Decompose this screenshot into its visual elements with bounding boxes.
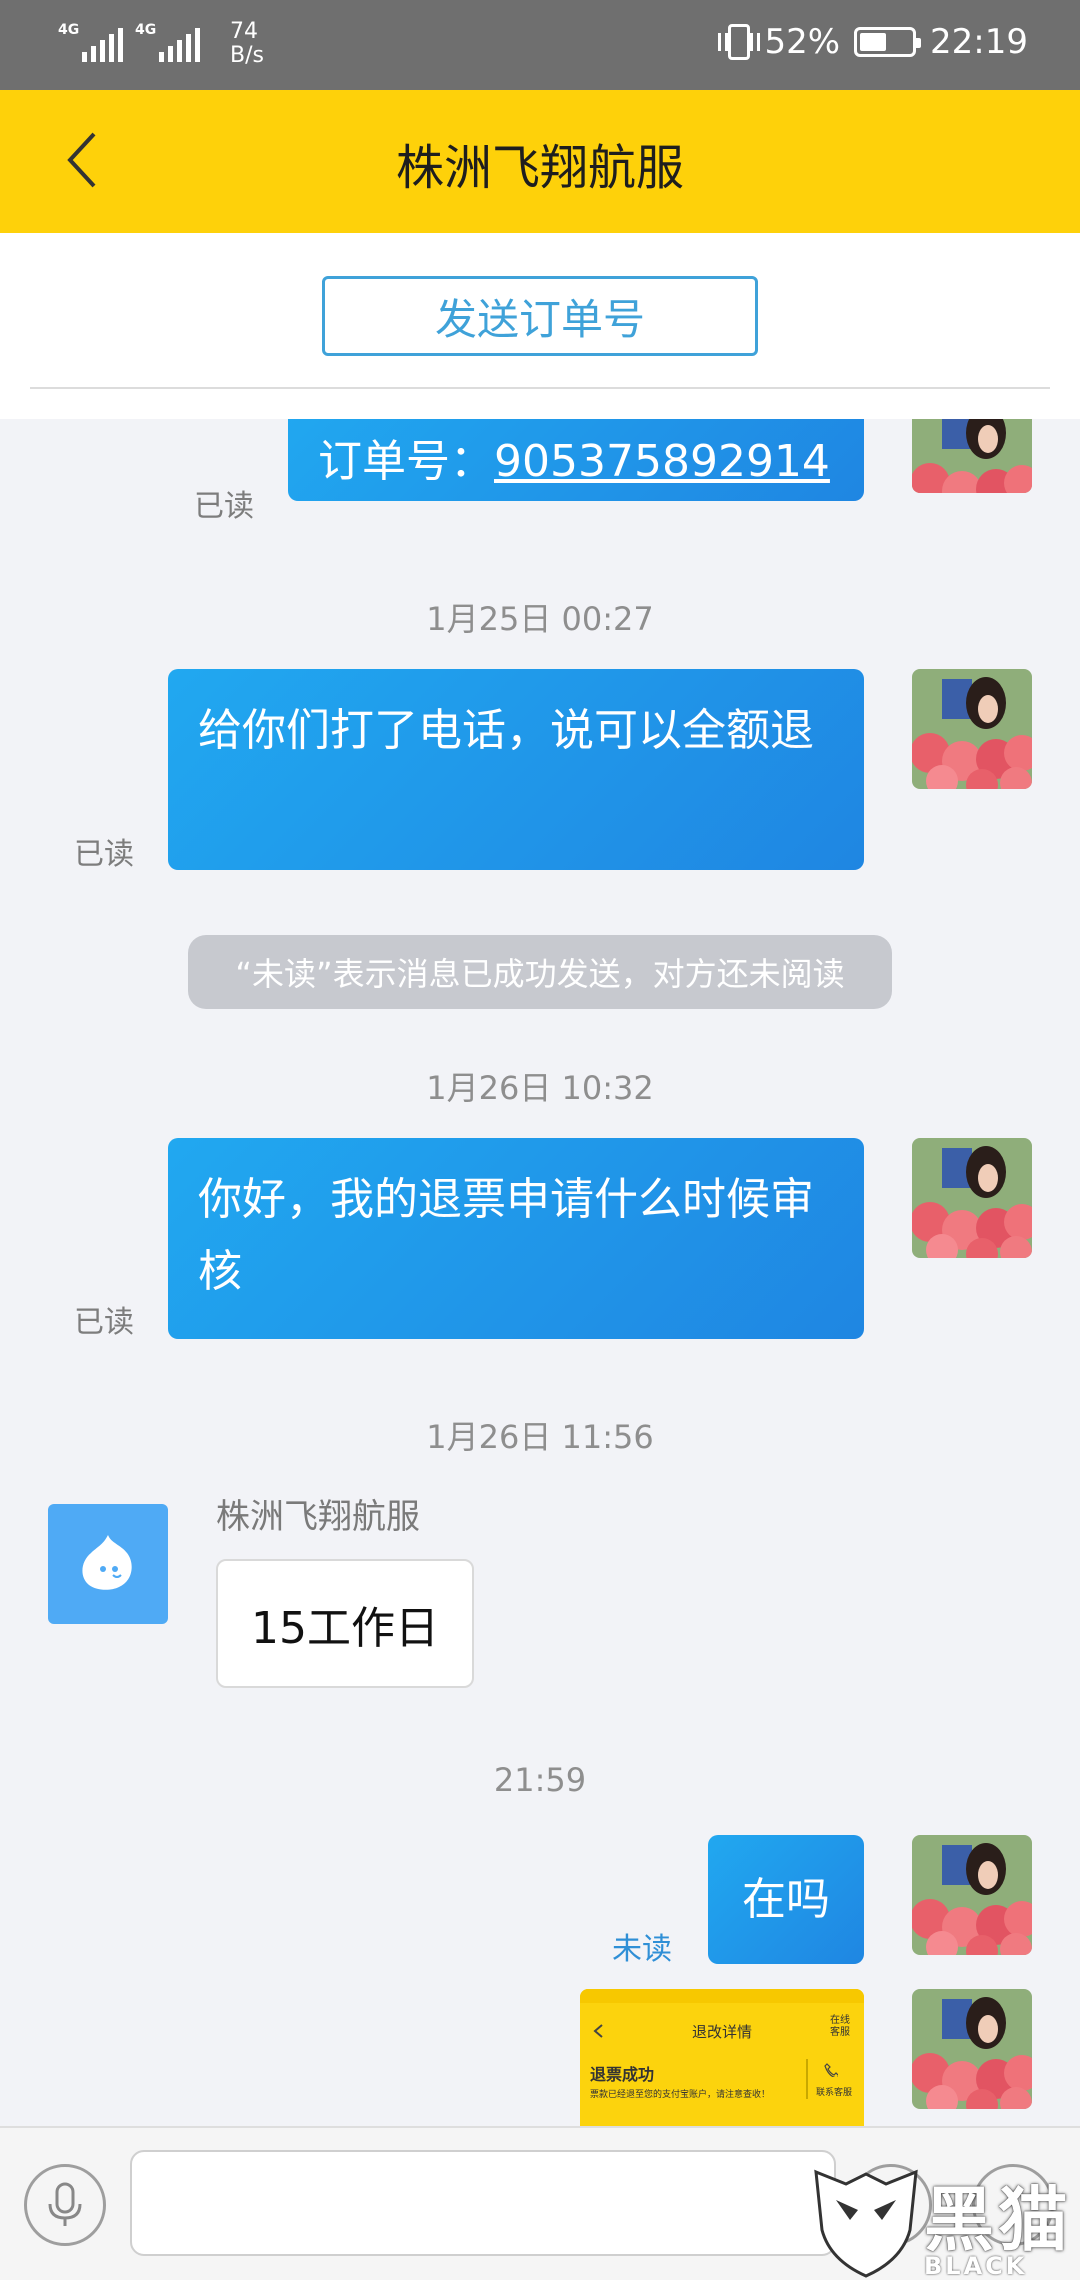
network-type-label-2: 4G xyxy=(135,22,157,38)
read-status: 已读 xyxy=(194,489,254,524)
message-bubble[interactable]: 你好，我的退票申请什么时候审核 xyxy=(168,1138,864,1339)
chat-header: 株洲飞翔航服 xyxy=(0,90,1080,233)
page-title: 株洲飞翔航服 xyxy=(395,140,684,196)
timestamp: 1月26日 11:56 xyxy=(426,1418,654,1456)
chat-bot-icon xyxy=(82,1535,132,1590)
clock: 22:19 xyxy=(930,22,1028,62)
avatar-photo xyxy=(912,1835,1032,1955)
thumb-contact-label: 联系客服 xyxy=(816,2088,853,2098)
watermark-text: 黑猫 xyxy=(924,2179,1072,2261)
timestamp: 1月26日 10:32 xyxy=(426,1069,654,1107)
avatar[interactable] xyxy=(912,1835,1032,1955)
order-label: 订单号： xyxy=(318,436,494,487)
network-speed: 74 B/s xyxy=(230,20,264,68)
avatar-photo xyxy=(912,1138,1032,1258)
battery-percent: 52% xyxy=(764,22,841,62)
avatar-photo xyxy=(912,1989,1032,2109)
avatar[interactable] xyxy=(912,1138,1032,1258)
thumb-status: 退票成功 xyxy=(590,2065,655,2084)
vibrate-icon xyxy=(718,24,761,60)
voice-button[interactable] xyxy=(24,2164,106,2246)
image-message[interactable]: 退改详情 在线客服 退票成功 票款已经退至您的支付宝账户，请注意查收！ 联系客服 xyxy=(580,1989,864,2126)
watermark-subtext: BLACK CAT xyxy=(924,2252,1028,2280)
avatar-photo xyxy=(912,669,1032,789)
thumb-title: 退改详情 xyxy=(691,2023,752,2041)
avatar-photo xyxy=(912,419,1032,493)
sender-name: 株洲飞翔航服 xyxy=(216,1497,420,1537)
network-speed-value: 74 xyxy=(230,19,258,44)
black-cat-watermark: 黑猫 BLACK CAT xyxy=(806,2160,1080,2280)
read-status: 已读 xyxy=(74,1305,134,1340)
divider xyxy=(30,387,1050,389)
status-right: 52% 22:19 xyxy=(718,22,1028,62)
service-avatar[interactable] xyxy=(48,1504,168,1624)
phone-icon xyxy=(824,2063,838,2077)
avatar[interactable] xyxy=(912,669,1032,789)
avatar[interactable] xyxy=(912,419,1032,493)
battery-icon xyxy=(854,27,922,57)
avatar[interactable] xyxy=(912,1989,1032,2109)
unread-notice: “未读”表示消息已成功发送，对方还未阅读 xyxy=(188,935,892,1009)
chat-area[interactable]: 订单号： 905375892914 已读 1月25日 00:27 给你们打了电话… xyxy=(0,419,1080,2126)
timestamp: 21:59 xyxy=(493,1761,587,1799)
message-bubble[interactable]: 在吗 xyxy=(708,1835,864,1964)
order-number-link[interactable]: 905375892914 xyxy=(494,426,830,498)
timestamp: 1月25日 00:27 xyxy=(426,600,654,638)
thumb-divider xyxy=(806,2059,808,2099)
message-text: 在吗 xyxy=(742,1873,830,1925)
message-order-number[interactable]: 订单号： 905375892914 xyxy=(288,419,864,501)
unread-status: 未读 xyxy=(612,1932,672,1967)
cat-shield-icon xyxy=(814,2169,918,2278)
message-bubble[interactable]: 给你们打了电话，说可以全额退 xyxy=(168,669,864,870)
message-text: 你好，我的退票申请什么时候审核 xyxy=(198,1174,814,1297)
message-input[interactable] xyxy=(130,2150,836,2256)
order-button-area: 发送订单号 xyxy=(0,233,1080,419)
read-status: 已读 xyxy=(74,837,134,872)
microphone-icon xyxy=(48,2182,82,2226)
thumb-status-strip xyxy=(580,1989,864,2003)
thumb-side-label: 在线客服 xyxy=(830,2015,850,2038)
network-indicators: 4G 4G 74 B/s xyxy=(58,18,264,68)
network-speed-unit: B/s xyxy=(230,43,264,68)
incoming-message[interactable]: 15工作日 xyxy=(216,1559,474,1688)
message-text: 给你们打了电话，说可以全额退 xyxy=(198,705,814,756)
thumb-desc: 票款已经退至您的支付宝账户，请注意查收！ xyxy=(590,2090,771,2100)
status-bar: 4G 4G 74 B/s 52% 22:19 xyxy=(0,0,1080,90)
network-type-label: 4G xyxy=(58,22,80,38)
send-order-number-button[interactable]: 发送订单号 xyxy=(322,276,758,356)
signal-icon: 4G xyxy=(58,18,123,62)
signal-icon-2: 4G xyxy=(135,18,200,62)
